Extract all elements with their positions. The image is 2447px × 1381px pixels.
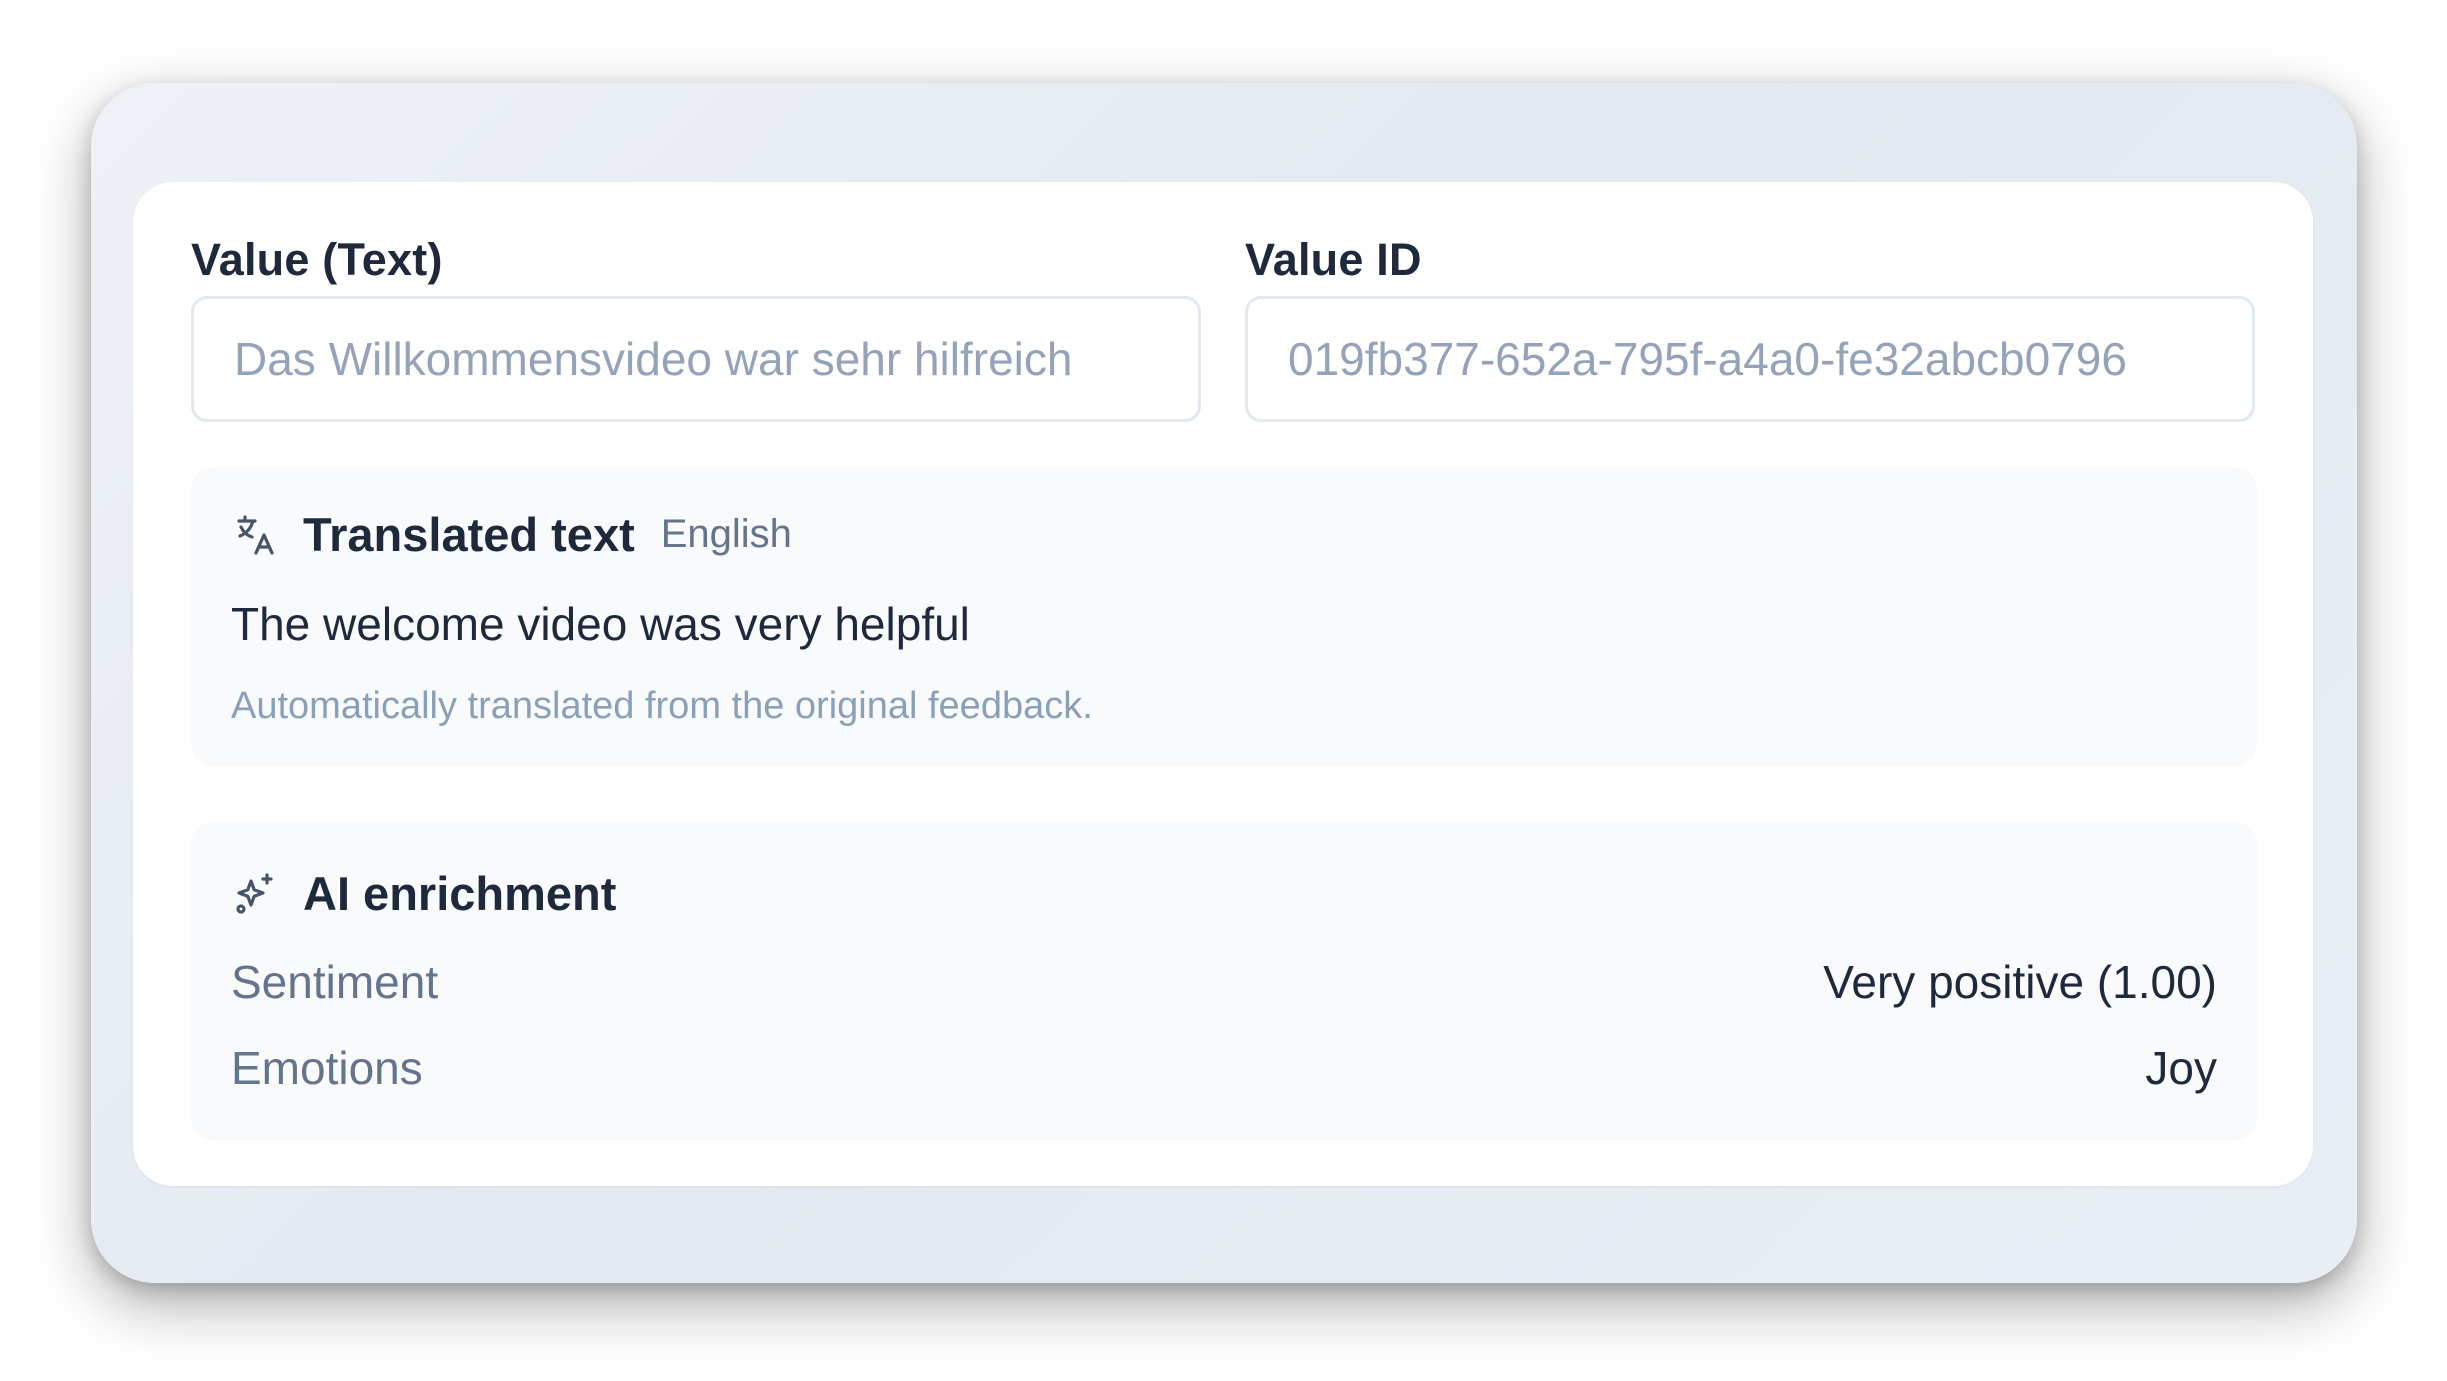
ai-enrichment-title: AI enrichment — [303, 867, 617, 920]
translate-icon — [231, 511, 279, 559]
value-text-input[interactable] — [191, 296, 1201, 422]
ai-enrichment-header: AI enrichment — [231, 866, 616, 921]
translated-text-content: The welcome video was very helpful — [231, 598, 970, 650]
sentiment-row: Sentiment Very positive (1.00) — [231, 952, 2217, 1012]
ai-enrichment-panel: AI enrichment Sentiment Very positive (1… — [191, 822, 2257, 1140]
value-text-label: Value (Text) — [191, 234, 443, 285]
screenshot-stage: Value (Text) Value ID — [0, 0, 2447, 1381]
sentiment-value: Very positive (1.00) — [1823, 956, 2217, 1008]
translated-text-header: Translated text English — [231, 507, 792, 562]
app-window: Value (Text) Value ID — [91, 83, 2357, 1283]
emotions-row: Emotions Joy — [231, 1038, 2217, 1098]
emotions-value: Joy — [2145, 1042, 2217, 1094]
language-badge: English — [660, 512, 792, 556]
sentiment-label: Sentiment — [231, 956, 439, 1008]
value-id-label: Value ID — [1245, 234, 1422, 285]
translated-text-panel: Translated text English The welcome vide… — [191, 467, 2257, 767]
emotions-label: Emotions — [231, 1042, 423, 1094]
translation-note: Automatically translated from the origin… — [231, 685, 1093, 727]
translated-text-title: Translated text — [303, 508, 635, 561]
value-id-input[interactable] — [1245, 296, 2255, 422]
value-detail-card: Value (Text) Value ID — [133, 182, 2313, 1186]
sparkles-icon — [231, 870, 279, 918]
